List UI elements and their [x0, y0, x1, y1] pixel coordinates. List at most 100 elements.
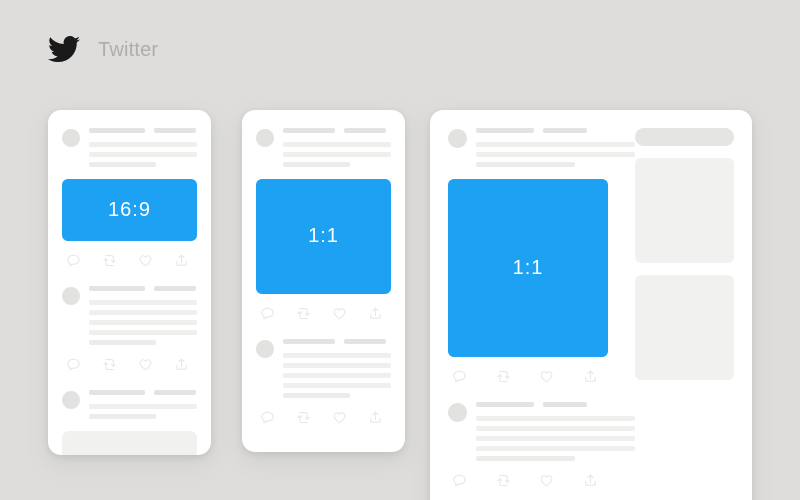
text-line: [476, 416, 635, 421]
share-icon[interactable]: [174, 253, 189, 268]
heart-icon[interactable]: [332, 410, 347, 425]
wide-main-column: 1:1: [430, 110, 635, 488]
avatar: [448, 129, 467, 148]
post-meta: [476, 128, 635, 167]
text-line: [476, 162, 575, 167]
handle-placeholder: [154, 128, 196, 133]
post-text-placeholder: [89, 300, 197, 345]
card-body: 16:9: [48, 110, 211, 455]
timeline-card-narrow[interactable]: 16:9: [48, 110, 211, 455]
post-meta: [476, 402, 635, 461]
post-meta: [89, 286, 197, 345]
text-line: [89, 142, 197, 147]
comment-icon[interactable]: [66, 253, 81, 268]
heart-icon[interactable]: [332, 306, 347, 321]
post-text-placeholder: [283, 353, 391, 398]
name-row: [476, 128, 635, 133]
text-line: [283, 393, 350, 398]
text-line: [89, 414, 156, 419]
name-row: [89, 128, 197, 133]
avatar: [62, 129, 80, 147]
text-line: [283, 353, 391, 358]
promo-box[interactable]: [635, 275, 734, 380]
post-actions: [256, 398, 391, 425]
handle-placeholder: [344, 339, 386, 344]
comment-icon[interactable]: [260, 306, 275, 321]
post-text-placeholder: [89, 142, 197, 167]
name-row: [283, 128, 391, 133]
post-item[interactable]: [48, 268, 211, 372]
text-line: [476, 152, 635, 157]
retweet-icon[interactable]: [496, 473, 511, 488]
comment-icon[interactable]: [66, 357, 81, 372]
post-actions: [448, 357, 608, 384]
post-header: [62, 372, 197, 419]
post-meta: [89, 128, 197, 167]
heart-icon[interactable]: [539, 369, 554, 384]
search-input[interactable]: [635, 128, 734, 146]
display-name-placeholder: [89, 128, 145, 133]
text-line: [476, 436, 635, 441]
handle-placeholder: [344, 128, 386, 133]
retweet-icon[interactable]: [496, 369, 511, 384]
post-header: [448, 384, 635, 461]
share-icon[interactable]: [174, 357, 189, 372]
post-item[interactable]: [242, 321, 405, 425]
text-line: [89, 340, 156, 345]
retweet-icon[interactable]: [296, 410, 311, 425]
share-icon[interactable]: [583, 369, 598, 384]
text-line: [283, 363, 391, 368]
handle-placeholder: [154, 286, 196, 291]
post-actions: [256, 294, 391, 321]
text-line: [283, 383, 391, 388]
post-header: [256, 110, 391, 167]
share-icon[interactable]: [368, 410, 383, 425]
comment-icon[interactable]: [260, 410, 275, 425]
post-item[interactable]: [430, 384, 635, 488]
name-row: [476, 402, 635, 407]
avatar: [256, 129, 274, 147]
media-aspect-16-9[interactable]: 16:9: [62, 179, 197, 241]
timeline-card-wide[interactable]: 1:1: [430, 110, 752, 500]
retweet-icon[interactable]: [102, 357, 117, 372]
heart-icon[interactable]: [138, 357, 153, 372]
share-icon[interactable]: [368, 306, 383, 321]
post-header: [62, 110, 197, 167]
post-item[interactable]: 16:9: [48, 110, 211, 268]
avatar: [256, 340, 274, 358]
display-name-placeholder: [476, 128, 534, 133]
post-header: [256, 321, 391, 398]
media-placeholder: [62, 431, 197, 455]
retweet-icon[interactable]: [102, 253, 117, 268]
display-name-placeholder: [283, 339, 335, 344]
display-name-placeholder: [89, 390, 145, 395]
app-header: Twitter: [48, 36, 158, 64]
share-icon[interactable]: [583, 473, 598, 488]
comment-icon[interactable]: [452, 473, 467, 488]
post-item[interactable]: 1:1: [242, 110, 405, 321]
post-header: [448, 110, 635, 167]
text-line: [283, 142, 391, 147]
text-line: [89, 300, 197, 305]
post-item[interactable]: [48, 372, 211, 455]
heart-icon[interactable]: [539, 473, 554, 488]
text-line: [476, 446, 635, 451]
post-text-placeholder: [476, 142, 635, 167]
handle-placeholder: [154, 390, 196, 395]
post-actions: [62, 345, 197, 372]
comment-icon[interactable]: [452, 369, 467, 384]
post-meta: [283, 128, 391, 167]
avatar: [448, 403, 467, 422]
post-text-placeholder: [89, 404, 197, 419]
post-item[interactable]: 1:1: [430, 110, 635, 384]
timeline-card-medium[interactable]: 1:1: [242, 110, 405, 452]
media-aspect-1-1[interactable]: 1:1: [256, 179, 391, 294]
text-line: [283, 152, 391, 157]
heart-icon[interactable]: [138, 253, 153, 268]
brand-name-label: Twitter: [98, 39, 159, 61]
display-name-placeholder: [89, 286, 145, 291]
media-aspect-1-1[interactable]: 1:1: [448, 179, 608, 357]
text-line: [89, 162, 156, 167]
retweet-icon[interactable]: [296, 306, 311, 321]
promo-box[interactable]: [635, 158, 734, 263]
